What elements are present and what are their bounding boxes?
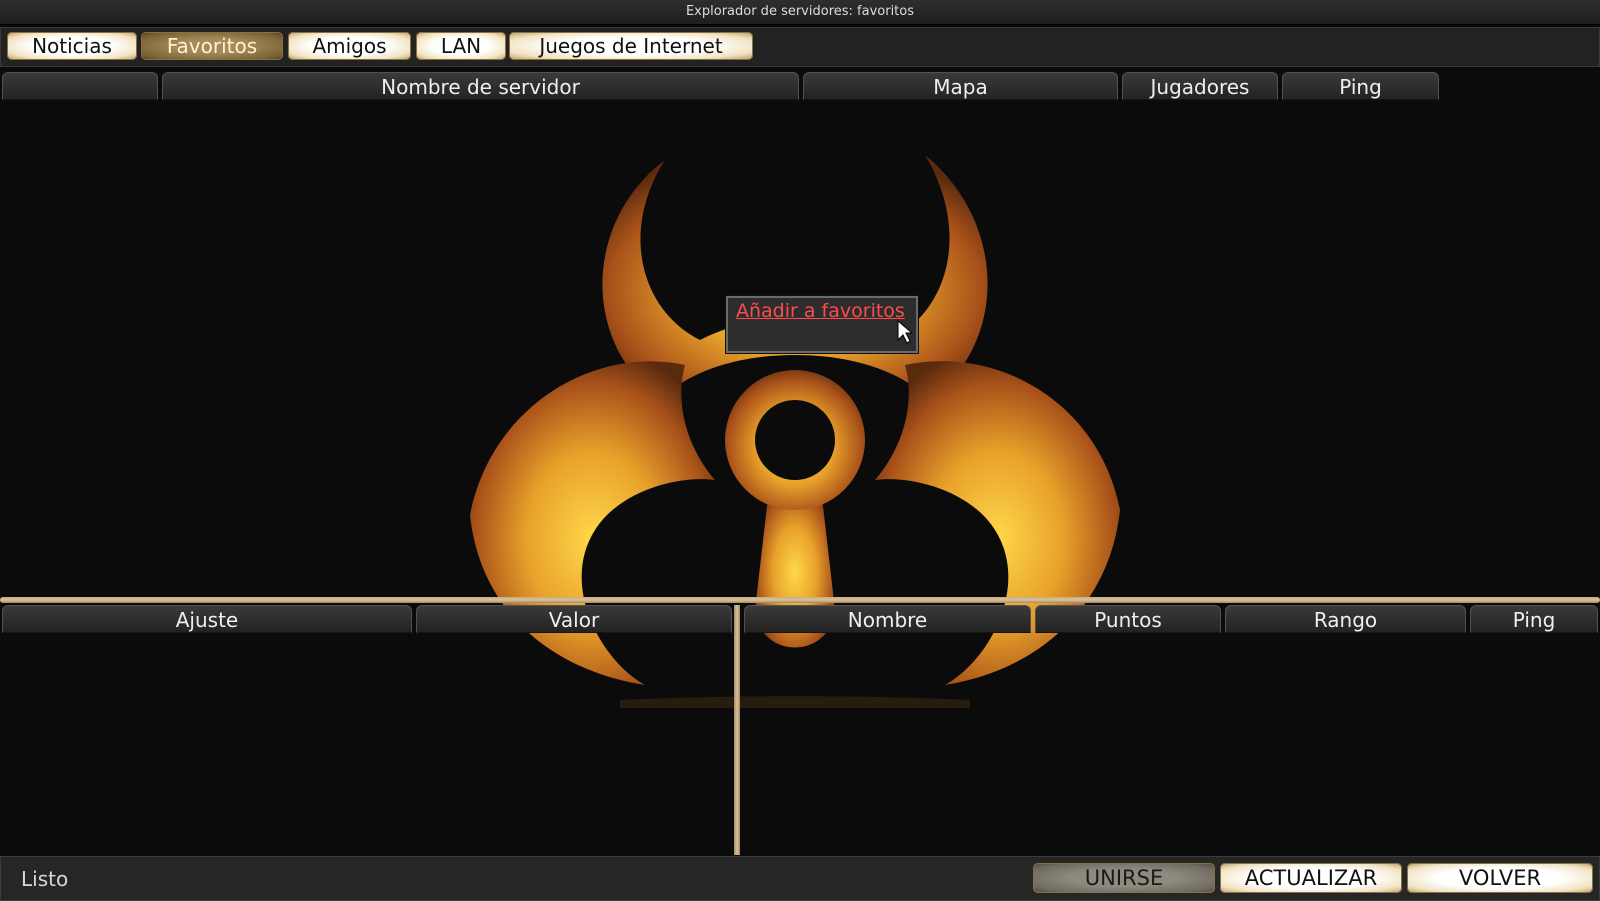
column-header-setting[interactable]: Ajuste bbox=[2, 605, 412, 633]
column-header-icon[interactable] bbox=[2, 72, 158, 100]
status-bar: Listo UNIRSE ACTUALIZAR VOLVER bbox=[0, 856, 1600, 901]
tab-noticias[interactable]: Noticias bbox=[7, 32, 137, 60]
column-header-rank[interactable]: Rango bbox=[1225, 605, 1466, 633]
join-button[interactable]: UNIRSE bbox=[1033, 863, 1215, 893]
tab-bar: Noticias Favoritos Amigos LAN Juegos de … bbox=[0, 27, 1600, 67]
tab-amigos[interactable]: Amigos bbox=[288, 32, 411, 60]
context-menu-item-add-favorite[interactable]: Añadir a favoritos bbox=[736, 300, 905, 322]
tab-lan[interactable]: LAN bbox=[416, 32, 506, 60]
column-header-players[interactable]: Jugadores bbox=[1122, 72, 1278, 100]
horizontal-splitter[interactable] bbox=[0, 597, 1600, 603]
window-title: Explorador de servidores: favoritos bbox=[0, 0, 1600, 25]
mouse-pointer-icon bbox=[897, 320, 914, 344]
column-header-map[interactable]: Mapa bbox=[803, 72, 1118, 100]
column-header-server-name[interactable]: Nombre de servidor bbox=[162, 72, 799, 100]
tab-juegos-de-internet[interactable]: Juegos de Internet bbox=[509, 32, 753, 60]
vertical-splitter[interactable] bbox=[734, 605, 740, 855]
context-menu: Añadir a favoritos bbox=[726, 296, 918, 353]
column-header-points[interactable]: Puntos bbox=[1035, 605, 1221, 633]
column-header-name[interactable]: Nombre bbox=[744, 605, 1031, 633]
tab-favoritos[interactable]: Favoritos bbox=[141, 32, 283, 60]
column-header-ping[interactable]: Ping bbox=[1282, 72, 1439, 100]
back-button[interactable]: VOLVER bbox=[1407, 863, 1593, 893]
column-header-value[interactable]: Valor bbox=[416, 605, 732, 633]
column-header-player-ping[interactable]: Ping bbox=[1470, 605, 1598, 633]
status-text: Listo bbox=[21, 867, 69, 891]
refresh-button[interactable]: ACTUALIZAR bbox=[1220, 863, 1402, 893]
